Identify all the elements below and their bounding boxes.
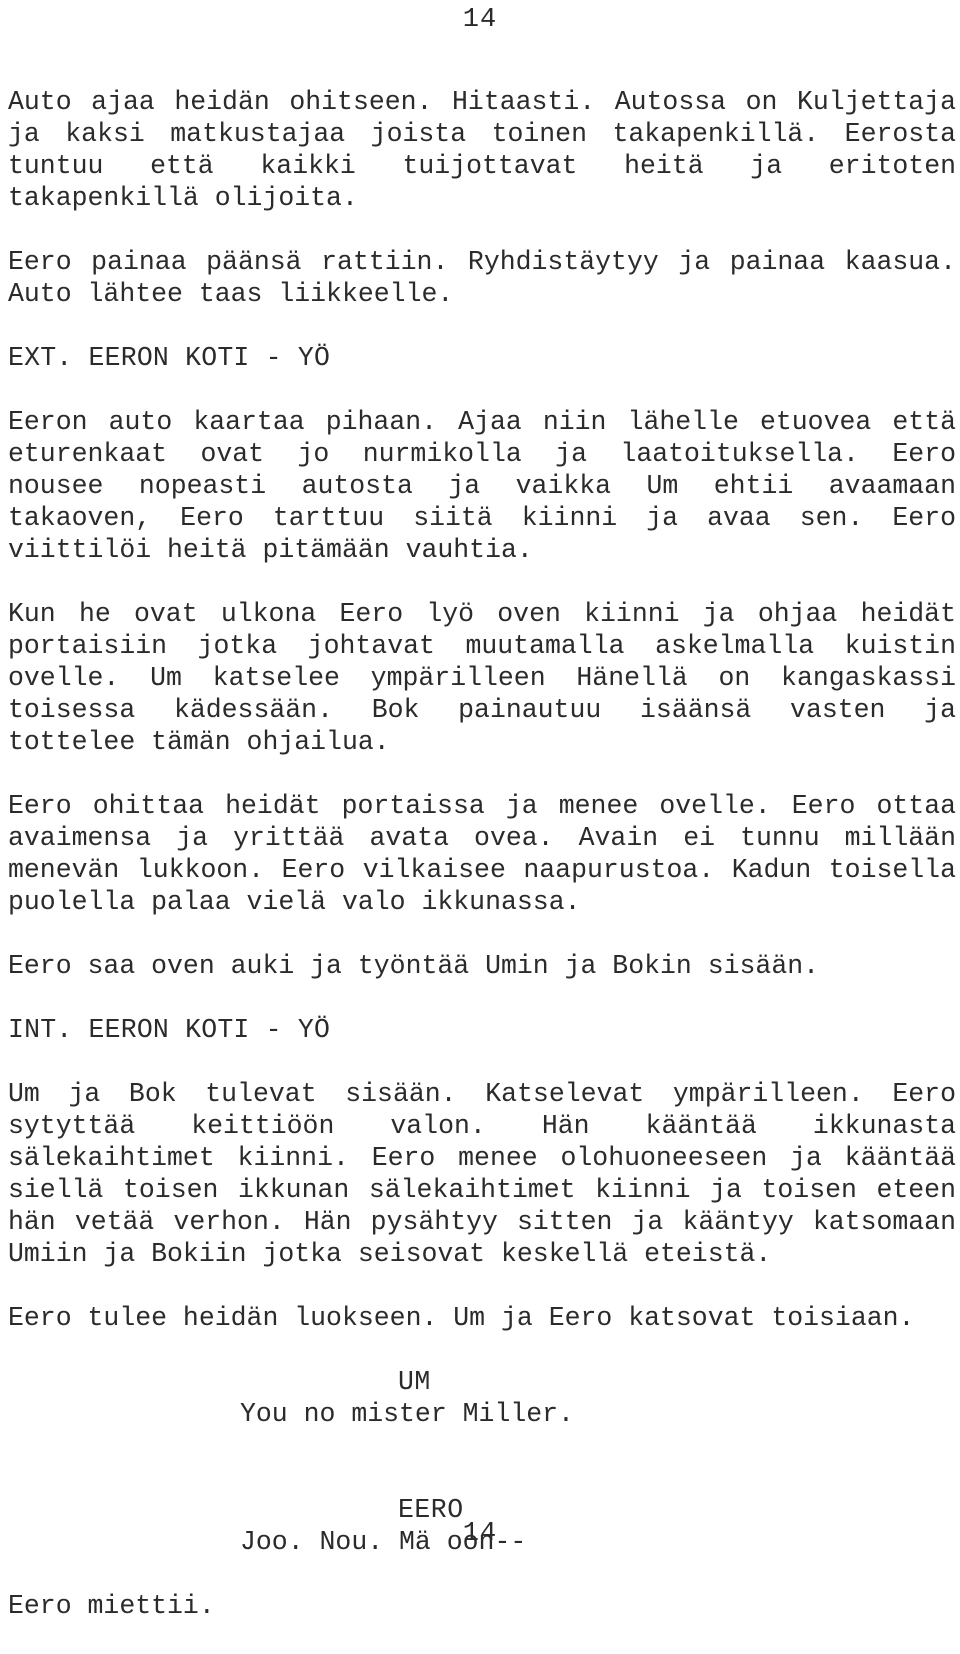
- action-paragraph: Eero tulee heidän luokseen. Um ja Eero k…: [8, 1303, 915, 1333]
- action-paragraph: Eero miettii.: [8, 1591, 215, 1621]
- action-paragraph: Um ja Bok tulevat sisään. Katselevat ymp…: [8, 1079, 956, 1269]
- character-cue: UM: [398, 1367, 431, 1397]
- action-paragraph: Auto ajaa heidän ohitseen. Hitaasti. Aut…: [8, 87, 956, 213]
- action-paragraph: Eero painaa päänsä rattiin. Ryhdistäytyy…: [8, 247, 956, 309]
- screenplay-page: 14 Auto ajaa heidän ohitseen. Hitaasti. …: [0, 0, 960, 1621]
- script-body-column: Auto ajaa heidän ohitseen. Hitaasti. Aut…: [8, 86, 956, 1654]
- scene-heading: EXT. EERON KOTI - YÖ: [8, 343, 331, 373]
- scene-heading: INT. EERON KOTI - YÖ: [8, 1015, 331, 1045]
- dialogue-block: UM You no mister Miller.: [8, 1366, 956, 1430]
- page-number-bottom: 14: [462, 1519, 498, 1549]
- action-paragraph: Eeron auto kaartaa pihaan. Ajaa niin läh…: [8, 407, 956, 565]
- action-paragraph: Eero saa oven auki ja työntää Umin ja Bo…: [8, 951, 820, 981]
- page-number-top: 14: [462, 5, 498, 35]
- dialogue-text: You no mister Miller.: [240, 1399, 574, 1429]
- action-paragraph: Eero ohittaa heidät portaissa ja menee o…: [8, 791, 956, 917]
- action-paragraph: Kun he ovat ulkona Eero lyö oven kiinni …: [8, 599, 956, 757]
